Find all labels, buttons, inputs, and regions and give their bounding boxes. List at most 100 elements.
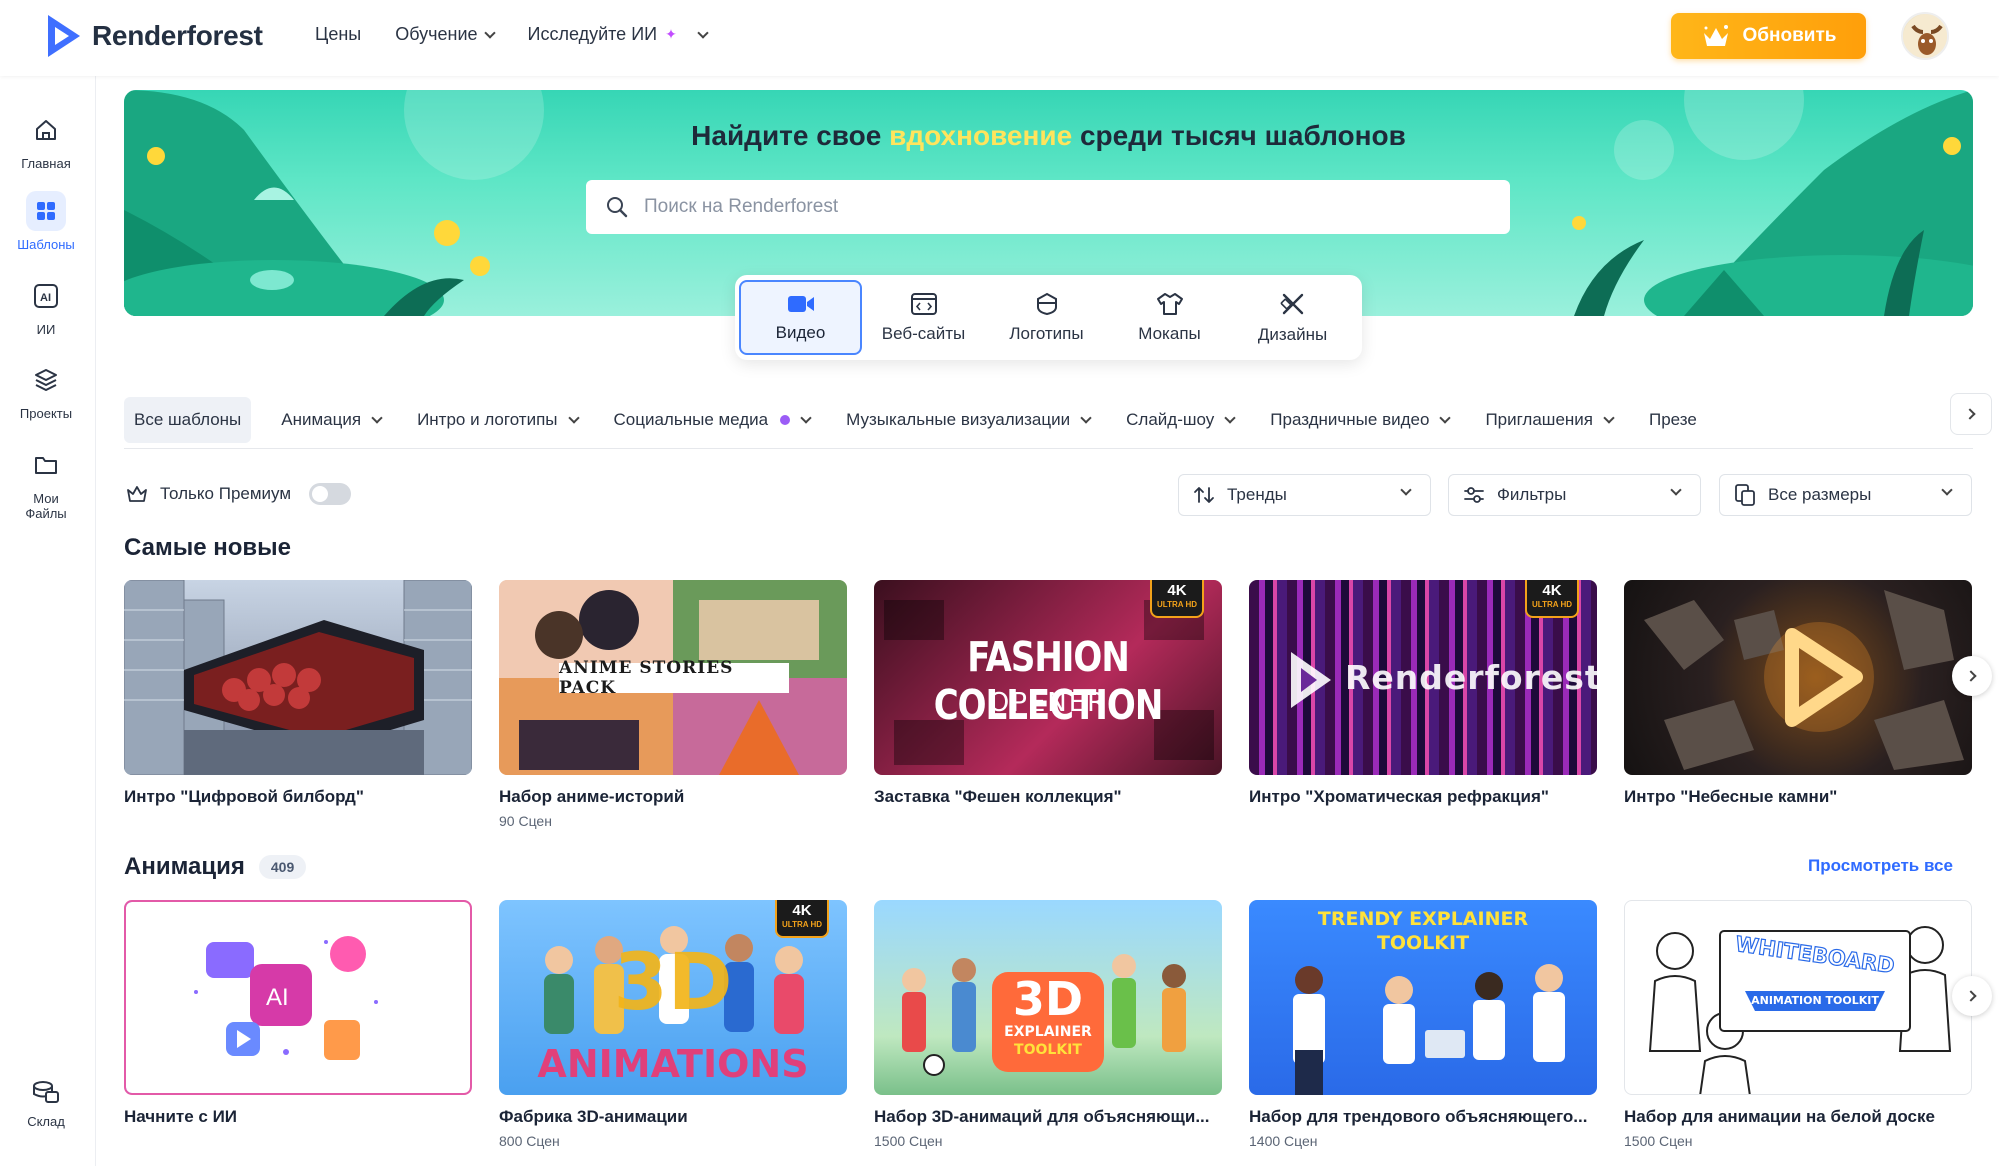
newest-scroll-next-button[interactable] (1952, 656, 1992, 696)
template-thumbnail[interactable]: WHITEBOARD ANIMATION TOOLKIT (1624, 900, 1972, 1095)
filter-slideshow[interactable]: Слайд-шоу (1108, 397, 1252, 443)
filter-scroll-next-button[interactable] (1950, 393, 1992, 435)
nav-learning[interactable]: Обучение (395, 24, 496, 45)
template-title[interactable]: Набор аниме-историй (499, 787, 847, 807)
template-card[interactable]: ANIME STORIES PACK Набор аниме-историй 9… (499, 580, 847, 829)
nav-learning-label: Обучение (395, 24, 478, 44)
sort-dropdown[interactable]: Тренды (1178, 474, 1431, 516)
template-title[interactable]: Фабрика 3D-анимации (499, 1107, 847, 1127)
section-title-animation: Анимация 409 (124, 853, 307, 881)
nav-pricing-label: Цены (315, 24, 362, 44)
nav-pricing[interactable]: Цены (315, 24, 361, 45)
template-scenes-count: 1500 Сцен (874, 1133, 943, 1149)
chevron-down-icon (1670, 484, 1682, 496)
template-thumbnail[interactable]: ANIME STORIES PACK (499, 580, 847, 775)
svg-text:AI: AI (266, 984, 289, 1011)
template-title[interactable]: Начните с ИИ (124, 1107, 472, 1127)
4k-badge-label: 4K (792, 902, 812, 919)
ai-icon: AI (26, 276, 66, 316)
template-title[interactable]: Набор 3D-анимаций для объясняющи... (874, 1107, 1222, 1127)
filter-music-label: Музыкальные визуализации (846, 409, 1071, 429)
sidebar-item-templates[interactable]: Шаблоны (0, 191, 92, 252)
sidebar-item-myfiles[interactable]: Мои Файлы (0, 445, 92, 521)
template-thumbnail[interactable]: FASHION COLLECTION OPENER 4K ULTRA HD (874, 580, 1222, 775)
home-icon (26, 110, 66, 150)
template-title[interactable]: Интро "Хроматическая рефракция" (1249, 787, 1597, 807)
template-title[interactable]: Заставка "Фешен коллекция" (874, 787, 1222, 807)
view-all-animation-link[interactable]: Просмотреть все (1808, 856, 1953, 876)
ultra-hd-badge-label: ULTRA HD (1157, 600, 1197, 609)
template-card[interactable]: 3D ANIMATIONS 4K ULTRA HD Фабрика 3D-аним… (499, 900, 847, 1149)
thumbnail-overlay-text: 3D (1012, 972, 1084, 1026)
filter-holiday-videos[interactable]: Праздничные видео (1252, 397, 1467, 443)
template-thumbnail[interactable]: Renderforest 4K ULTRA HD (1249, 580, 1597, 775)
search-icon (607, 197, 628, 218)
top-nav: Цены Обучение Исследуйте ИИ ✦ (315, 24, 709, 45)
template-title[interactable]: Интро "Цифровой билборд" (124, 787, 472, 807)
filter-invitations[interactable]: Приглашения (1467, 397, 1631, 443)
filters-dropdown-label: Фильтры (1497, 485, 1567, 504)
template-card[interactable]: Интро "Небесные камни" (1624, 580, 1972, 807)
start-with-ai-card[interactable]: AI (124, 900, 472, 1095)
filter-all-templates[interactable]: Все шаблоны (124, 396, 252, 443)
template-thumbnail[interactable]: TRENDY EXPLAINER TOOLKIT (1249, 900, 1597, 1095)
filter-invitations-label: Приглашения (1485, 409, 1593, 429)
upgrade-button[interactable]: Обновить (1671, 13, 1866, 59)
filter-social-media[interactable]: Социальные медиа (596, 397, 829, 443)
filter-intro-logos[interactable]: Интро и логотипы (399, 397, 595, 443)
filter-presentations[interactable]: Презе (1631, 397, 1701, 443)
template-thumbnail[interactable]: 3D ANIMATIONS 4K ULTRA HD (499, 900, 847, 1095)
animation-scroll-next-button[interactable] (1952, 976, 1992, 1016)
template-thumbnail[interactable] (124, 580, 472, 775)
sidebar-item-home[interactable]: Главная (0, 110, 92, 171)
tab-logos[interactable]: Логотипы (985, 280, 1108, 355)
search-input[interactable]: Поиск на Renderforest (586, 180, 1510, 234)
filter-animation[interactable]: Анимация (263, 397, 399, 443)
logo-icon (1036, 292, 1057, 315)
renderforest-logo[interactable]: Renderforest (44, 12, 263, 60)
filters-dropdown[interactable]: Фильтры (1448, 474, 1701, 516)
tab-mockups[interactable]: Мокапы (1108, 280, 1231, 355)
template-scenes-count: 90 Сцен (499, 813, 552, 829)
template-card[interactable]: Интро "Цифровой билборд" (124, 580, 472, 807)
template-thumbnail[interactable] (1624, 580, 1972, 775)
template-card[interactable]: 3D EXPLAINER TOOLKIT Набор 3D-анимаций д… (874, 900, 1222, 1149)
template-card[interactable]: AI Начните с ИИ (124, 900, 472, 1127)
template-title[interactable]: Интро "Небесные камни" (1624, 787, 1972, 807)
template-card[interactable]: TRENDY EXPLAINER TOOLKIT Набор для тренд… (1249, 900, 1597, 1149)
template-thumbnail[interactable]: 3D EXPLAINER TOOLKIT (874, 900, 1222, 1095)
upgrade-label: Обновить (1742, 25, 1837, 46)
thumbnail-overlay-text: Renderforest (1345, 658, 1597, 697)
sidebar-label-stock: Склад (27, 1114, 65, 1129)
sizes-dropdown[interactable]: Все размеры (1719, 474, 1972, 516)
thumbnail-overlay-subtext: ANIMATIONS (537, 1042, 809, 1086)
4k-ultra-hd-badge: 4K ULTRA HD (1150, 580, 1204, 618)
tab-websites[interactable]: Веб-сайты (862, 280, 985, 355)
sidebar-item-projects[interactable]: Проекты (0, 360, 92, 421)
folder-icon (26, 445, 66, 485)
sidebar-label-templates: Шаблоны (17, 237, 75, 252)
tab-designs[interactable]: Дизайны (1231, 280, 1354, 355)
template-card[interactable]: FASHION COLLECTION OPENER 4K ULTRA HD Зас… (874, 580, 1222, 807)
4k-badge-label: 4K (1167, 582, 1187, 599)
template-card[interactable]: Renderforest 4K ULTRA HD Интро "Хроматиче… (1249, 580, 1597, 807)
template-card[interactable]: WHITEBOARD ANIMATION TOOLKIT Набор для а… (1624, 900, 1972, 1149)
thumbnail-overlay-subtext: OPENER (988, 688, 1108, 718)
premium-only-toggle[interactable] (309, 483, 352, 505)
sidebar-item-stock[interactable]: Склад (0, 1078, 92, 1129)
user-avatar[interactable] (1901, 12, 1949, 60)
filter-music-visualizations[interactable]: Музыкальные визуализации (828, 397, 1108, 443)
template-title[interactable]: Набор для трендового объясняющего... (1249, 1107, 1597, 1127)
ultra-hd-badge-label: ULTRA HD (1532, 600, 1572, 609)
category-tabs: Видео Веб-сайты Логотипы Мокапы Дизайны (735, 275, 1362, 360)
sidebar-item-ai[interactable]: AI ИИ (0, 276, 92, 337)
template-scenes-count: 1500 Сцен (1624, 1133, 1693, 1149)
sliders-icon (1464, 487, 1484, 503)
nav-explore-ai[interactable]: Исследуйте ИИ ✦ (528, 24, 709, 45)
hero-title-highlight: вдохновение (889, 120, 1073, 151)
thumbnail-overlay-subtext: TOOLKIT (1376, 932, 1470, 954)
sizes-dropdown-label: Все размеры (1768, 485, 1872, 504)
tab-video[interactable]: Видео (739, 280, 862, 355)
template-title[interactable]: Набор для анимации на белой доске (1624, 1107, 1972, 1127)
sidebar-label-projects: Проекты (19, 406, 73, 421)
